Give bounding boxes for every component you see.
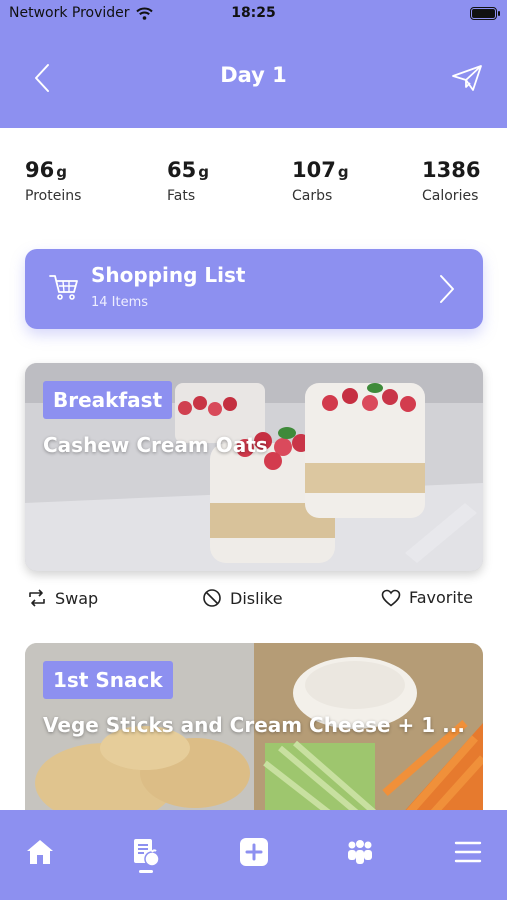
block-icon [203, 589, 221, 607]
chevron-right-icon [440, 275, 454, 303]
community-icon [348, 840, 372, 864]
heart-icon [381, 589, 401, 607]
tab-community[interactable] [340, 832, 380, 872]
favorite-button[interactable]: Favorite [381, 588, 473, 607]
macro-value: 96 [25, 158, 55, 182]
shopping-list-title: Shopping List [91, 263, 246, 287]
screen: Network Provider 18:25 Day 1 96 g Protei… [0, 0, 507, 900]
dislike-label: Dislike [230, 588, 283, 608]
tab-menu[interactable] [448, 832, 488, 872]
menu-icon [454, 841, 482, 863]
active-tab-indicator [139, 870, 153, 873]
meal-plan-icon [134, 839, 160, 867]
battery-icon [470, 7, 500, 20]
macro-proteins: 96 g Proteins [25, 158, 81, 204]
shopping-list-count: 14 Items [91, 295, 149, 310]
macro-fats: 65 g Fats [167, 158, 209, 204]
meal-card-breakfast[interactable]: Breakfast Cashew Cream Oats [25, 363, 483, 571]
home-icon [27, 840, 53, 864]
tab-bar [0, 810, 507, 900]
cart-icon [49, 275, 78, 300]
send-icon [452, 65, 482, 91]
meal-actions: Swap Dislike Favorite [0, 588, 507, 618]
status-time: 18:25 [231, 5, 276, 21]
meal-name: Vege Sticks and Cream Cheese + 1 ... [43, 713, 465, 737]
page-title: Day 1 [220, 63, 287, 87]
dislike-button[interactable]: Dislike [202, 588, 283, 608]
tab-meal-plan[interactable] [126, 832, 166, 872]
macro-label: Calories [422, 188, 479, 204]
macro-value: 1386 [422, 158, 481, 182]
meal-name: Cashew Cream Oats [43, 433, 268, 457]
meal-tag: 1st Snack [43, 661, 173, 699]
status-bar: Network Provider 18:25 [0, 0, 507, 28]
add-icon [240, 838, 268, 866]
favorite-label: Favorite [409, 588, 473, 607]
macro-unit: g [198, 163, 209, 181]
macro-unit: g [337, 163, 349, 181]
macro-value: 65 [167, 158, 197, 182]
share-button[interactable] [449, 60, 485, 96]
macro-calories: 1386 Calories [422, 158, 482, 204]
header: Network Provider 18:25 Day 1 [0, 0, 507, 128]
macro-label: Proteins [25, 188, 82, 204]
swap-icon [29, 589, 45, 607]
macro-label: Carbs [292, 188, 333, 204]
macro-summary: 96 g Proteins 65 g Fats 107 g Carbs 1386 Ca… [0, 158, 507, 218]
macro-unit: g [56, 163, 67, 181]
swap-label: Swap [55, 588, 99, 608]
macro-label: Fats [167, 188, 196, 204]
meal-tag: Breakfast [43, 381, 173, 419]
meal-card-snack[interactable]: 1st Snack Vege Sticks and Cream Cheese +… [25, 643, 483, 833]
macro-value: 107 [292, 158, 336, 182]
tab-add[interactable] [234, 832, 274, 872]
macro-carbs: 107 g Carbs [292, 158, 349, 204]
swap-button[interactable]: Swap [27, 588, 98, 608]
shopping-list-card[interactable]: Shopping List 14 Items [25, 249, 483, 329]
tab-home[interactable] [20, 832, 60, 872]
